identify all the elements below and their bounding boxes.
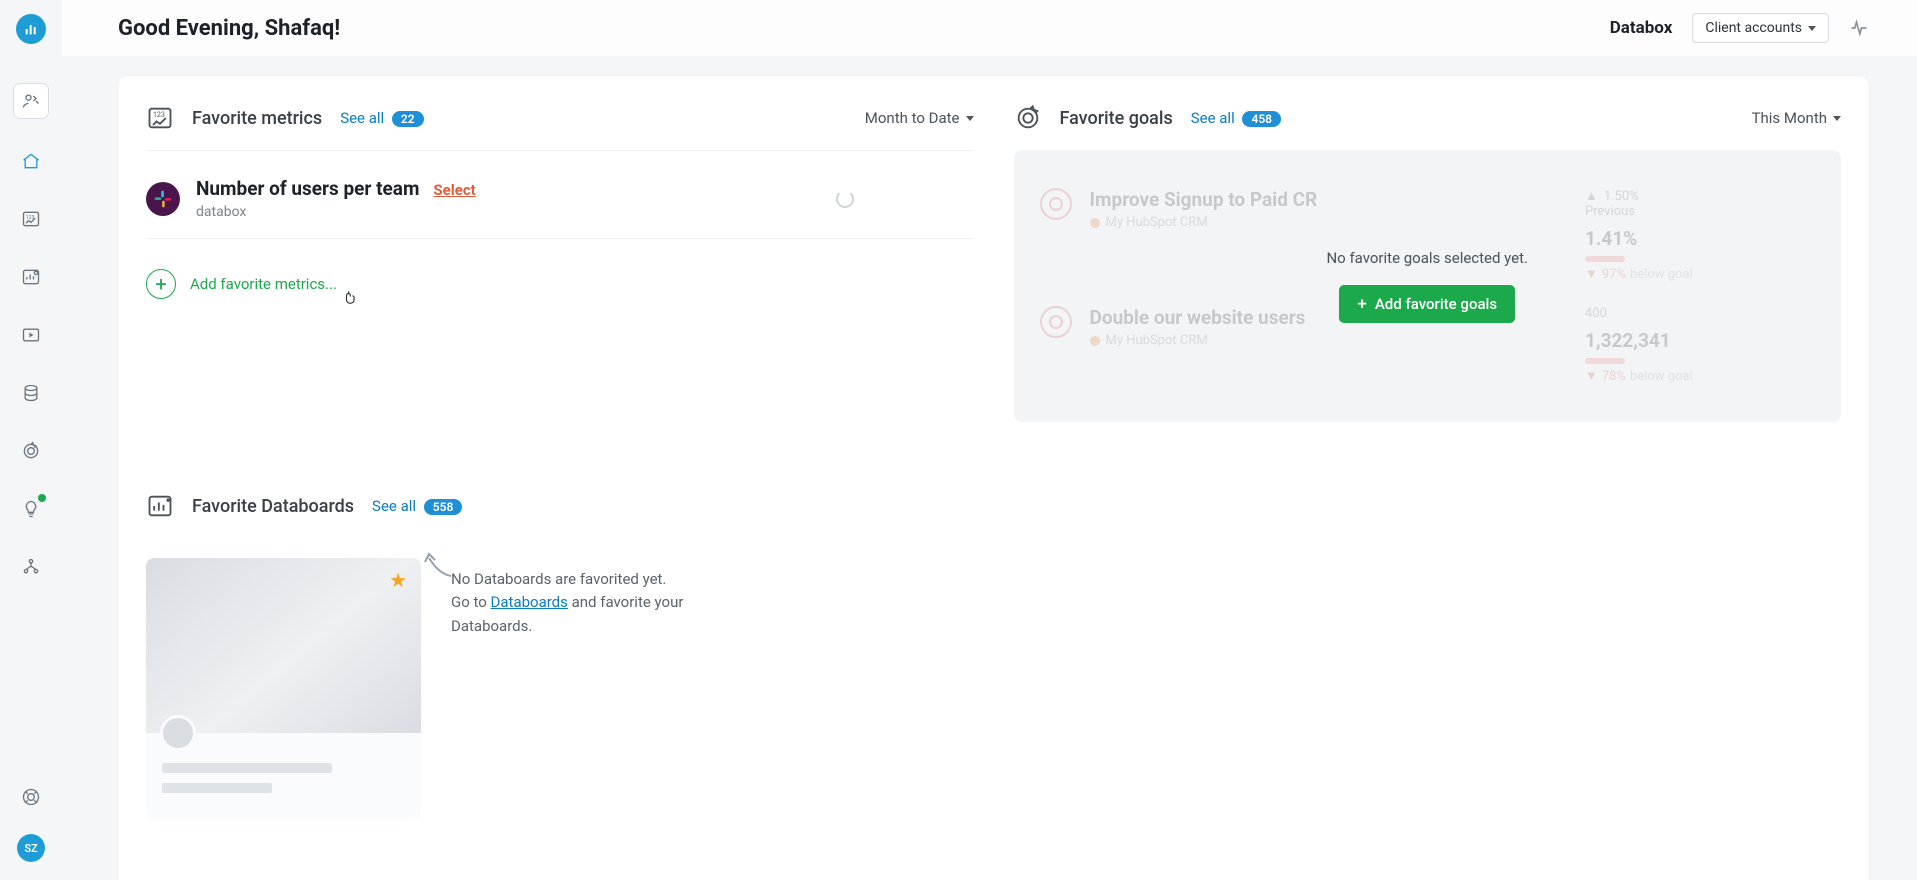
- metric-title: Number of users per team: [196, 177, 419, 200]
- goals-empty-state: Improve Signup to Paid CR My HubSpot CRM…: [1014, 150, 1842, 422]
- databoards-section-icon: [146, 492, 174, 520]
- nav-group: 123: [14, 144, 48, 584]
- add-favorite-metrics[interactable]: + Add favorite metrics...: [146, 239, 974, 319]
- goals-section-icon: [1014, 104, 1042, 132]
- nav-accounts[interactable]: [14, 84, 48, 118]
- greeting-title: Good Evening, Shafaq!: [118, 16, 340, 41]
- nav-goals[interactable]: [14, 434, 48, 468]
- databoard-placeholder-card: ★: [146, 558, 421, 819]
- main-panel: 123 Favorite metrics See all 22 Month to…: [118, 76, 1869, 880]
- add-favorite-metrics-label: Add favorite metrics...: [190, 275, 337, 293]
- databoards-section-title: Favorite Databoards: [192, 496, 354, 517]
- goals-see-all-link[interactable]: See all 458: [1191, 109, 1281, 127]
- home-icon: [21, 151, 41, 171]
- databoard-thumbnail: ★: [146, 558, 421, 733]
- content-area: 123 Favorite metrics See all 22 Month to…: [62, 56, 1917, 880]
- metrics-section-icon: 123: [146, 104, 174, 132]
- favorite-goals-section: Favorite goals See all 458 This Month: [1014, 104, 1842, 422]
- databoards-count-pill: 558: [424, 499, 463, 515]
- nav-help[interactable]: [14, 780, 48, 814]
- metrics-section-title: Favorite metrics: [192, 108, 322, 129]
- metrics-range-selector[interactable]: Month to Date: [865, 109, 974, 127]
- metrics-count-pill: 22: [392, 111, 424, 127]
- cursor-icon: [342, 287, 360, 309]
- databoards-empty-note: No Databoards are favorited yet. Go to D…: [451, 558, 711, 638]
- favorite-databoards-section: Favorite Databoards See all 558 ★: [118, 422, 1869, 819]
- metrics-icon: 123: [21, 209, 41, 229]
- goals-range-label: This Month: [1752, 109, 1827, 127]
- nav-alerts[interactable]: [14, 492, 48, 526]
- org-icon: [21, 557, 41, 577]
- goals-range-selector[interactable]: This Month: [1752, 109, 1841, 127]
- nav-reports[interactable]: [14, 318, 48, 352]
- nav-home[interactable]: [14, 144, 48, 178]
- bar-chart-icon: [23, 21, 39, 37]
- databoards-see-all-link[interactable]: See all 558: [372, 497, 462, 515]
- add-favorite-goals-label: Add favorite goals: [1375, 295, 1497, 313]
- star-icon[interactable]: ★: [389, 568, 407, 592]
- metric-source: databox: [196, 204, 476, 220]
- loading-spinner-icon: [836, 190, 854, 208]
- bulb-icon: [21, 499, 41, 519]
- app-logo[interactable]: [16, 14, 46, 44]
- goals-empty-message: No favorite goals selected yet.: [1326, 249, 1528, 267]
- chevron-down-icon: [966, 116, 974, 121]
- user-switch-icon: [21, 91, 41, 111]
- avatar-placeholder: [160, 715, 196, 751]
- databoards-link[interactable]: Databoards: [491, 593, 568, 611]
- nav-data[interactable]: [14, 376, 48, 410]
- play-screen-icon: [21, 325, 41, 345]
- metric-row[interactable]: Number of users per team Select databox: [146, 151, 974, 238]
- databoard-icon: [21, 267, 41, 287]
- goals-section-title: Favorite goals: [1060, 108, 1173, 129]
- lifebuoy-icon: [21, 787, 41, 807]
- account-selector-label: Client accounts: [1705, 20, 1802, 36]
- curved-arrow-icon: [421, 550, 455, 580]
- account-selector[interactable]: Client accounts: [1692, 13, 1829, 43]
- skeleton-line: [162, 783, 272, 793]
- chevron-down-icon: [1833, 116, 1841, 121]
- activity-icon[interactable]: [1849, 18, 1869, 38]
- metrics-see-all-link[interactable]: See all 22: [340, 109, 423, 127]
- database-icon: [21, 383, 41, 403]
- nav-databoards[interactable]: [14, 260, 48, 294]
- metrics-range-label: Month to Date: [865, 109, 960, 127]
- notification-dot: [38, 494, 46, 502]
- user-avatar[interactable]: SZ: [17, 834, 45, 862]
- see-all-label: See all: [1191, 109, 1235, 127]
- plus-circle-icon: +: [146, 269, 176, 299]
- nav-metrics[interactable]: 123: [14, 202, 48, 236]
- skeleton-line: [162, 763, 332, 773]
- brand-name: Databox: [1610, 18, 1673, 38]
- favorite-metrics-section: 123 Favorite metrics See all 22 Month to…: [146, 104, 974, 422]
- nav-team[interactable]: [14, 550, 48, 584]
- add-favorite-goals-button[interactable]: + Add favorite goals: [1339, 285, 1515, 323]
- chevron-down-icon: [1808, 26, 1816, 31]
- app-header: Good Evening, Shafaq! Databox Client acc…: [62, 0, 1917, 56]
- see-all-label: See all: [340, 109, 384, 127]
- svg-text:123: 123: [153, 111, 165, 119]
- databoards-empty-line1: No Databoards are favorited yet.: [451, 568, 711, 591]
- left-nav-rail: 123 SZ: [0, 0, 62, 880]
- see-all-label: See all: [372, 497, 416, 515]
- databoards-empty-line2: Go to Databoards and favorite your Datab…: [451, 591, 711, 638]
- slack-icon: [146, 182, 180, 216]
- plus-icon: +: [1357, 296, 1366, 313]
- metric-select-link[interactable]: Select: [433, 181, 475, 199]
- goals-count-pill: 458: [1242, 111, 1281, 127]
- target-icon: [21, 441, 41, 461]
